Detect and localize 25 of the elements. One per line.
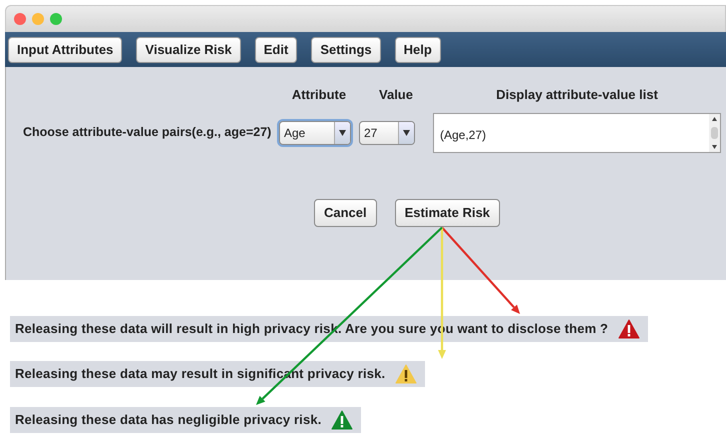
column-heading: Display attribute-value list	[495, 86, 659, 104]
caret-icon	[339, 130, 346, 136]
warning-icon	[618, 319, 640, 339]
column-heading: Value	[378, 86, 414, 104]
zoom-button[interactable]	[50, 13, 62, 25]
toolbar-button[interactable]: Input Attributes	[8, 36, 122, 62]
warning-icon	[395, 364, 418, 384]
toolbar-button[interactable]: Visualize Risk	[136, 36, 241, 62]
message-text: Releasing these data has negligible privacy risk.	[15, 411, 322, 430]
list-field[interactable]: (Age,27)	[433, 112, 721, 152]
column-heading: Attribute	[290, 86, 348, 104]
toolbar-button[interactable]: Edit	[254, 36, 298, 62]
toolbar-button[interactable]: Help	[394, 36, 441, 62]
attribute-dropdown[interactable]: Age	[279, 120, 351, 144]
minimize-button[interactable]	[32, 13, 44, 25]
dialog-button[interactable]: Cancel	[314, 198, 377, 226]
close-button[interactable]	[14, 13, 26, 25]
dialog-button[interactable]: Estimate Risk	[394, 198, 500, 226]
caret-icon	[403, 130, 410, 136]
warning-icon	[331, 410, 354, 430]
scrollbar-icon[interactable]	[709, 114, 720, 152]
prompt-label: Choose attribute-value pairs(e.g., age=27)	[22, 124, 272, 142]
value-dropdown[interactable]: 27	[359, 120, 415, 144]
list-entry: (Age,27)	[440, 126, 488, 144]
toolbar-button[interactable]: Settings	[311, 36, 381, 62]
